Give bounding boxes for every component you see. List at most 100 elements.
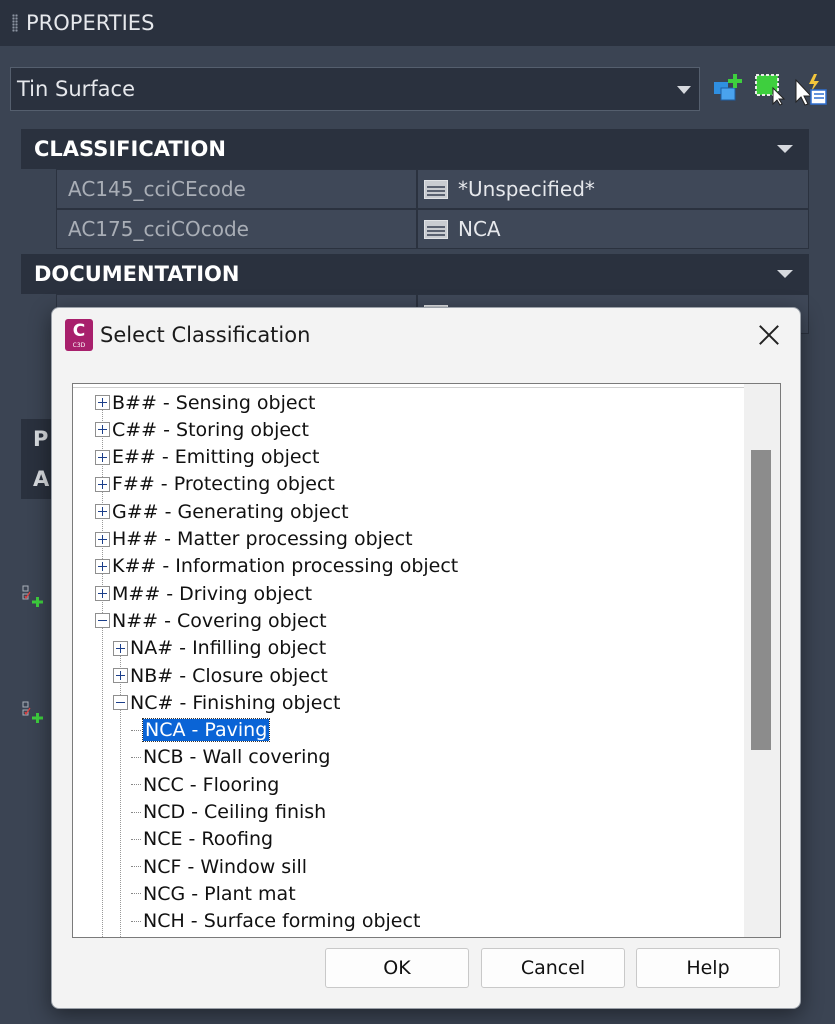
tree-connector (131, 838, 141, 840)
tree-node[interactable]: NCE - Roofing (131, 826, 273, 853)
property-row[interactable]: AC145_cciCEcode *Unspecified* (56, 169, 809, 209)
tree-connector (131, 893, 141, 895)
category-classification[interactable]: CLASSIFICATION (21, 129, 809, 169)
grip-icon[interactable] (12, 14, 18, 32)
expand-icon[interactable] (95, 504, 110, 520)
tree-node-label[interactable]: NB# - Closure object (130, 665, 328, 687)
table-icon (424, 219, 448, 239)
add-property-icon[interactable] (22, 701, 46, 725)
tree-connector (131, 811, 141, 813)
tree-node-label[interactable]: NCF - Window sill (143, 856, 307, 878)
chevron-down-icon (677, 86, 691, 94)
property-name: AC145_cciCEcode (56, 169, 417, 209)
property-name: AC175_cciCOcode (56, 209, 417, 249)
tree-node[interactable]: NA# - Infilling object (113, 635, 326, 662)
classification-tree[interactable]: B## - Sensing object C## - Storing object… (72, 383, 781, 938)
expand-icon[interactable] (95, 395, 110, 410)
object-type-value: Tin Surface (17, 77, 136, 101)
expand-icon[interactable] (95, 422, 110, 438)
tree-node-label[interactable]: NCA - Paving (141, 718, 271, 743)
tree-node[interactable]: NC# - Finishing object (113, 689, 340, 716)
tree-node-label[interactable]: NCC - Flooring (143, 774, 279, 796)
tree-node-label[interactable]: N## - Covering object (112, 610, 327, 632)
expand-icon[interactable] (113, 668, 128, 683)
category-label: DOCUMENTATION (34, 262, 240, 286)
chevron-down-icon[interactable] (777, 270, 793, 278)
category-stub[interactable]: P (21, 419, 55, 459)
tree-connector (131, 729, 141, 731)
property-value[interactable]: *Unspecified* (417, 169, 809, 209)
tree-node[interactable]: NCH - Surface forming object (131, 908, 420, 935)
tree-content: B## - Sensing object C## - Storing object… (73, 387, 745, 937)
civil3d-app-icon: C C3D (65, 319, 93, 351)
category-documentation[interactable]: DOCUMENTATION (21, 254, 809, 294)
expand-icon[interactable] (113, 640, 128, 656)
tree-node[interactable]: NB# - Closure object (113, 662, 328, 689)
select-classification-dialog: C C3D Select Classification B## - Sensin… (51, 307, 801, 1009)
property-value-text: *Unspecified* (458, 177, 595, 201)
tree-node-label[interactable]: NCG - Plant mat (143, 883, 296, 905)
expand-icon[interactable] (95, 558, 110, 574)
tree-node[interactable]: NCF - Window sill (131, 853, 307, 880)
tree-node-label[interactable]: B## - Sensing object (112, 392, 315, 414)
vertical-scrollbar[interactable] (744, 384, 780, 937)
property-row[interactable]: AC175_cciCOcode NCA (56, 209, 809, 249)
toggle-pickadd-icon[interactable] (794, 72, 828, 106)
expand-icon[interactable] (95, 531, 110, 547)
tree-node[interactable]: NCD - Ceiling finish (131, 799, 326, 826)
tree-node[interactable]: C## - Storing object (95, 416, 309, 443)
tree-node[interactable]: B## - Sensing object (95, 389, 315, 416)
tree-node[interactable]: NCA - Paving (131, 717, 271, 744)
tree-node-label[interactable]: C## - Storing object (112, 419, 309, 441)
tree-node[interactable]: NCB - Wall covering (131, 744, 330, 771)
tree-node-label[interactable]: NCD - Ceiling finish (143, 801, 326, 823)
tree-node[interactable]: G## - Generating object (95, 498, 349, 525)
select-objects-icon[interactable] (753, 72, 787, 106)
expand-icon[interactable] (95, 449, 110, 465)
collapse-icon[interactable] (95, 613, 110, 629)
palette-title: PROPERTIES (26, 11, 155, 35)
scrollbar-thumb[interactable] (751, 450, 771, 750)
table-icon (424, 179, 448, 199)
tree-node[interactable]: F## - Protecting object (95, 471, 335, 498)
expand-icon[interactable] (95, 586, 110, 602)
palette-title-bar: PROPERTIES (0, 0, 835, 46)
tree-node-label[interactable]: NA# - Infilling object (130, 637, 326, 659)
help-button[interactable]: Help (636, 948, 780, 988)
tree-node[interactable]: K## - Information processing object (95, 553, 458, 580)
tree-connector (131, 784, 141, 786)
quick-select-icon[interactable] (712, 72, 746, 106)
tree-node-label[interactable]: H## - Matter processing object (112, 528, 413, 550)
tree-node-label[interactable]: NC# - Finishing object (130, 692, 340, 714)
tree-node-label[interactable]: NCH - Surface forming object (143, 910, 420, 932)
tree-node-label[interactable]: M## - Driving object (112, 583, 312, 605)
tree-node[interactable]: H## - Matter processing object (95, 526, 413, 553)
tree-node-label[interactable]: E## - Emitting object (112, 446, 319, 468)
category-stub[interactable]: A (21, 459, 55, 499)
tree-connector (131, 866, 141, 868)
add-property-icon[interactable] (22, 585, 46, 609)
tree-node[interactable]: NCG - Plant mat (131, 880, 296, 907)
tree-connector (131, 756, 141, 758)
object-type-dropdown[interactable]: Tin Surface (10, 67, 700, 111)
tree-node-label[interactable]: NCB - Wall covering (143, 746, 330, 768)
property-value-text: NCA (458, 217, 501, 241)
chevron-down-icon[interactable] (777, 145, 793, 153)
dialog-title-bar[interactable]: C C3D Select Classification (52, 308, 800, 364)
collapse-icon[interactable] (113, 695, 128, 711)
tree-node[interactable]: NCC - Flooring (131, 771, 279, 798)
tree-connector (131, 920, 141, 922)
tree-node-label[interactable]: K## - Information processing object (112, 555, 458, 577)
tree-node[interactable]: N## - Covering object (95, 607, 327, 634)
expand-icon[interactable] (95, 476, 110, 492)
ok-button[interactable]: OK (325, 948, 469, 988)
category-label: CLASSIFICATION (34, 137, 226, 161)
tree-node-label[interactable]: NCE - Roofing (143, 828, 273, 850)
tree-node-label[interactable]: F## - Protecting object (112, 473, 335, 495)
property-value[interactable]: NCA (417, 209, 809, 249)
tree-node[interactable]: E## - Emitting object (95, 444, 319, 471)
close-icon[interactable] (754, 320, 784, 350)
tree-node[interactable]: M## - Driving object (95, 580, 312, 607)
cancel-button[interactable]: Cancel (481, 948, 625, 988)
tree-node-label[interactable]: G## - Generating object (112, 501, 349, 523)
